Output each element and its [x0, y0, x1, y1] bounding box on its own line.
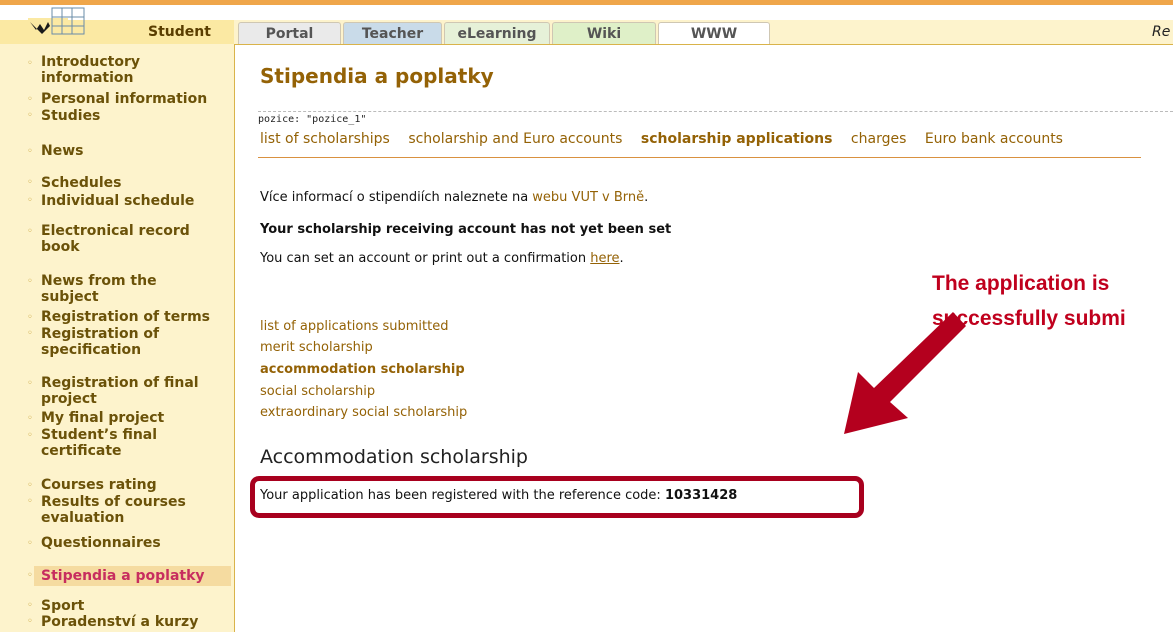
- tab-elearning[interactable]: eLearning: [444, 22, 550, 44]
- result-message: Your application has been registered wit…: [260, 488, 737, 503]
- sidebar-item-results-of-courses-evaluation[interactable]: Results of courses evaluation: [41, 494, 201, 526]
- subnav-euro-bank-accounts[interactable]: Euro bank accounts: [925, 131, 1063, 147]
- bullet-icon: ◦: [27, 413, 33, 424]
- bullet-icon: ◦: [27, 276, 33, 287]
- bullet-icon: ◦: [27, 226, 33, 237]
- sidebar-item-individual-schedule[interactable]: Individual schedule: [41, 193, 231, 209]
- sidebar-item-introductory-information[interactable]: Introductory information: [41, 54, 231, 86]
- student-section-label[interactable]: Student: [148, 24, 211, 40]
- link-list-of-applications-submitted[interactable]: list of applications submitted: [260, 319, 449, 334]
- subnav-charges[interactable]: charges: [851, 131, 906, 147]
- bullet-icon: ◦: [27, 177, 33, 188]
- info-text: Více informací o stipendiích naleznete n…: [260, 190, 648, 205]
- bullet-icon: ◦: [27, 480, 33, 491]
- sidebar-item-registration-of-terms[interactable]: Registration of terms: [41, 309, 231, 325]
- subnav-list-of-scholarships[interactable]: list of scholarships: [260, 131, 390, 147]
- section-title: Accommodation scholarship: [260, 446, 528, 468]
- sidebar-item-questionnaires[interactable]: Questionnaires: [41, 535, 231, 551]
- bullet-icon: ◦: [27, 195, 33, 206]
- bullet-icon: ◦: [27, 538, 33, 549]
- arrow-icon: [844, 312, 966, 434]
- sidebar-item-studies[interactable]: Studies: [41, 108, 231, 124]
- sidebar-item-students-final-certificate[interactable]: Student’s final certificate: [41, 427, 191, 459]
- link-accommodation-scholarship[interactable]: accommodation scholarship: [260, 362, 465, 377]
- bullet-icon: ◦: [27, 616, 33, 627]
- sidebar-item-stipendia-a-poplatky[interactable]: Stipendia a poplatky: [34, 566, 231, 586]
- sidebar-item-schedules[interactable]: Schedules: [41, 175, 231, 191]
- tab-wiki[interactable]: Wiki: [552, 22, 656, 44]
- annotation-line-1: The application is: [932, 272, 1110, 295]
- university-logo-icon[interactable]: [26, 2, 90, 40]
- tab-teacher[interactable]: Teacher: [343, 22, 442, 44]
- sidebar-item-news[interactable]: News: [41, 143, 231, 159]
- sub-navigation: list of scholarships scholarship and Eur…: [260, 131, 1077, 147]
- sidebar-item-registration-of-specification[interactable]: Registration of specification: [41, 326, 191, 358]
- vut-web-link[interactable]: webu VUT v Brně: [532, 190, 644, 205]
- sidebar-item-my-final-project[interactable]: My final project: [41, 410, 231, 426]
- bullet-icon: ◦: [27, 94, 33, 105]
- info-suffix: .: [644, 190, 649, 205]
- tab-www[interactable]: WWW: [658, 22, 770, 44]
- sidebar-item-courses-rating[interactable]: Courses rating: [41, 477, 231, 493]
- bullet-icon: ◦: [27, 496, 33, 507]
- link-extraordinary-social-scholarship[interactable]: extraordinary social scholarship: [260, 405, 467, 420]
- bullet-icon: ◦: [27, 378, 33, 389]
- sidebar-item-poradenstvi-a-kurzy[interactable]: Poradenství a kurzy: [41, 614, 231, 630]
- set-account-prefix: You can set an account or print out a co…: [260, 251, 591, 266]
- subnav-scholarship-applications[interactable]: scholarship applications: [641, 131, 833, 147]
- sidebar-item-electronical-record-book[interactable]: Electronical record book: [41, 223, 211, 255]
- page-title: Stipendia a poplatky: [260, 64, 494, 88]
- account-warning: Your scholarship receiving account has n…: [260, 222, 672, 237]
- link-social-scholarship[interactable]: social scholarship: [260, 384, 375, 399]
- set-account-suffix: .: [619, 251, 624, 266]
- bullet-icon: ◦: [27, 312, 33, 323]
- sidebar: ◦ Introductory information ◦ Personal in…: [0, 44, 235, 632]
- sidebar-item-registration-of-final-project[interactable]: Registration of final project: [41, 375, 216, 407]
- top-bar: Student Portal Teacher eLearning Wiki WW…: [0, 0, 1173, 45]
- bullet-icon: ◦: [27, 600, 33, 611]
- bullet-icon: ◦: [27, 430, 33, 441]
- sidebar-item-sport[interactable]: Sport: [41, 598, 231, 614]
- subnav-divider: [258, 157, 1141, 158]
- tab-portal[interactable]: Portal: [238, 22, 341, 44]
- info-prefix: Více informací o stipendiích naleznete n…: [260, 190, 533, 205]
- bullet-icon: ◦: [27, 146, 33, 157]
- here-link[interactable]: here: [590, 251, 619, 266]
- subnav-scholarship-and-euro-accounts[interactable]: scholarship and Euro accounts: [408, 131, 622, 147]
- bullet-icon: ◦: [27, 110, 33, 121]
- top-right-link[interactable]: Re: [1152, 24, 1170, 40]
- top-accent-line: [0, 0, 1173, 5]
- bullet-icon: ◦: [27, 58, 33, 69]
- link-merit-scholarship[interactable]: merit scholarship: [260, 340, 373, 355]
- sidebar-item-personal-information[interactable]: Personal information: [41, 91, 231, 107]
- result-prefix: Your application has been registered wit…: [260, 488, 665, 503]
- position-label: pozice: "pozice_1": [258, 111, 1173, 128]
- sidebar-item-news-from-subject[interactable]: News from the subject: [41, 273, 181, 305]
- bullet-icon: ◦: [27, 570, 33, 581]
- reference-code: 10331428: [664, 488, 738, 503]
- set-account-text: You can set an account or print out a co…: [260, 251, 624, 266]
- bullet-icon: ◦: [27, 328, 33, 339]
